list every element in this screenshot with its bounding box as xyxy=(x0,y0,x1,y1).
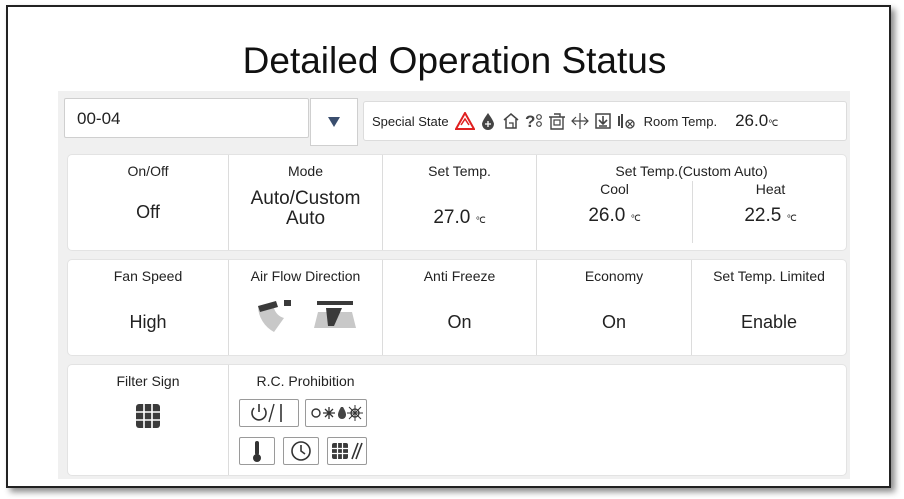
celsius-unit: ℃ xyxy=(475,215,486,225)
filter-reset-prohibit-icon xyxy=(327,437,367,465)
economy-label: Economy xyxy=(584,268,644,284)
window-frame: Detailed Operation Status 00-04 Special … xyxy=(6,5,891,488)
air-flow-label: Air Flow Direction xyxy=(250,268,361,284)
filter-sign-label: Filter Sign xyxy=(116,373,180,389)
room-temp-number: 26.0 xyxy=(735,111,769,130)
celsius-unit: ℃ xyxy=(768,118,779,128)
airflow-icon xyxy=(570,111,590,131)
cool-label: Cool xyxy=(600,181,629,197)
error-warning-icon xyxy=(454,111,475,131)
card-operation: On/Off Off Mode Auto/Custom Auto Set Tem… xyxy=(68,155,846,250)
fan-speed-value: High xyxy=(129,312,167,332)
building-icon xyxy=(547,111,567,131)
fan-speed-cell: Fan Speed High xyxy=(68,260,228,355)
anti-freeze-value: On xyxy=(447,312,472,332)
heat-section: Heat 22.5 ℃ xyxy=(692,181,848,243)
home-icon xyxy=(501,111,521,131)
cool-number: 26.0 xyxy=(588,205,626,226)
temp-limited-cell: Set Temp. Limited Enable xyxy=(691,260,846,355)
louver-swing-icon xyxy=(257,300,291,332)
special-state-label: Special State xyxy=(372,113,449,129)
timer-prohibit-icon xyxy=(283,437,319,465)
unknown-status-icon: ? xyxy=(524,111,544,131)
status-panel: 00-04 Special State ? Room Temp. 26.0℃ O… xyxy=(58,91,850,479)
air-flow-icons xyxy=(229,298,382,334)
onoff-value: Off xyxy=(136,202,160,222)
mode-value-line1: Auto/Custom xyxy=(250,188,361,209)
custom-auto-label: Set Temp.(Custom Auto) xyxy=(615,163,768,179)
card-settings: Fan Speed High Air Flow Direction Anti F… xyxy=(68,260,846,355)
svg-text:?: ? xyxy=(525,112,535,130)
special-state-icons: ? xyxy=(454,111,636,131)
set-temp-label: Set Temp. xyxy=(428,163,491,179)
anti-freeze-cell: Anti Freeze On xyxy=(382,260,536,355)
triangle-down-icon xyxy=(328,117,340,127)
temp-prohibit-icon xyxy=(239,437,275,465)
temp-limited-label: Set Temp. Limited xyxy=(713,268,825,284)
power-plug-icon xyxy=(616,111,636,131)
rc-prohibition-cell: R.C. Prohibition xyxy=(228,365,382,475)
special-state-bar: Special State ? Room Temp. 26.0℃ xyxy=(363,101,847,141)
fan-speed-label: Fan Speed xyxy=(113,268,183,284)
mode-cell: Mode Auto/Custom Auto xyxy=(228,155,382,250)
custom-auto-cell: Set Temp.(Custom Auto) Cool 26.0 ℃ Heat … xyxy=(536,155,846,250)
temp-limited-value: Enable xyxy=(740,312,798,332)
filter-grid-icon xyxy=(68,403,228,434)
heat-number: 22.5 xyxy=(744,205,782,226)
cool-value: 26.0 ℃ xyxy=(537,205,692,227)
economy-value: On xyxy=(601,312,626,332)
page-title: Detailed Operation Status xyxy=(242,40,667,81)
onoff-label: On/Off xyxy=(127,163,169,179)
unit-select[interactable]: 00-04 xyxy=(64,98,309,138)
room-temp-value: 26.0℃ xyxy=(735,111,778,131)
celsius-unit: ℃ xyxy=(786,213,797,223)
mode-value-line2: Auto xyxy=(285,208,326,229)
top-bar: 00-04 Special State ? Room Temp. 26.0℃ xyxy=(58,95,850,146)
anti-freeze-label: Anti Freeze xyxy=(423,268,496,284)
onoff-prohibit-icon xyxy=(239,399,299,427)
mode-value: Auto/Custom Auto xyxy=(229,189,382,229)
mode-label: Mode xyxy=(287,163,324,179)
heat-value: 22.5 ℃ xyxy=(693,205,848,227)
economy-cell: Economy On xyxy=(536,260,691,355)
onoff-cell: On/Off Off xyxy=(68,155,228,250)
mode-prohibit-icon xyxy=(305,399,367,427)
celsius-unit: ℃ xyxy=(630,213,641,223)
download-icon xyxy=(593,111,613,131)
cool-section: Cool 26.0 ℃ xyxy=(537,181,692,227)
louver-position-icon xyxy=(313,301,356,328)
rc-prohibition-label: R.C. Prohibition xyxy=(256,373,355,389)
dropdown-button[interactable] xyxy=(310,98,358,146)
defrost-icon xyxy=(478,111,498,131)
card-misc: Filter Sign R.C. Prohibition xyxy=(68,365,846,475)
filter-sign-cell: Filter Sign xyxy=(68,365,228,475)
set-temp-cell: Set Temp. 27.0 ℃ xyxy=(382,155,536,250)
set-temp-number: 27.0 xyxy=(433,207,471,228)
heat-label: Heat xyxy=(755,181,786,197)
set-temp-value: 27.0 ℃ xyxy=(383,207,536,229)
air-flow-cell: Air Flow Direction xyxy=(228,260,382,355)
room-temp-label: Room Temp. xyxy=(643,113,718,129)
